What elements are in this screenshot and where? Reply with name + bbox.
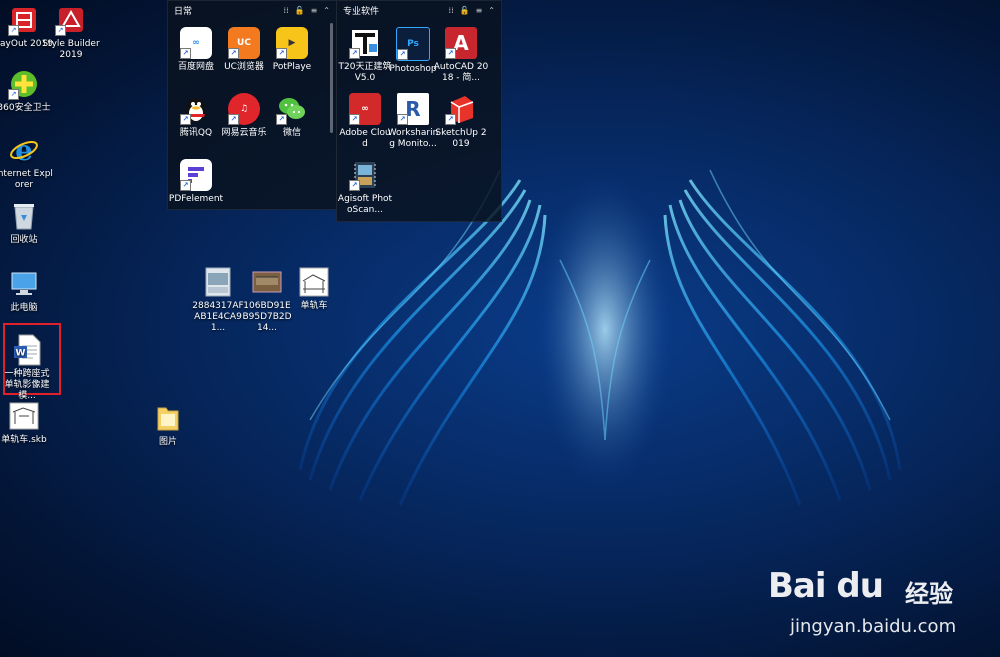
autocad-icon: A ↗ <box>445 27 477 59</box>
fence-item-wechat[interactable]: ↗ 微信 <box>264 93 320 139</box>
shortcut-arrow-icon: ↗ <box>55 25 66 36</box>
fence-menu-icon[interactable]: ≡ <box>476 6 483 15</box>
shortcut-arrow-icon: ↗ <box>349 48 360 59</box>
desktop-icon-label: 单轨车.skb <box>1 435 47 445</box>
desktop-icon-360[interactable]: ↗ 360安全卫士 <box>0 68 54 114</box>
svg-text:W: W <box>16 349 26 359</box>
fence-collapse-icon[interactable]: ⌃ <box>323 6 330 15</box>
shortcut-arrow-icon: ↗ <box>445 114 456 125</box>
watermark-jingyan-text: 经验 <box>905 580 953 608</box>
fence-daily[interactable]: 日常 ⁞⁞ 🔓 ≡ ⌃ ∞ ↗ 百度网盘 UC ↗ UC浏览器 ▶ ↗ PotPlay… <box>167 0 337 210</box>
sketchup-model-icon <box>298 266 330 298</box>
shortcut-arrow-icon: ↗ <box>397 49 408 60</box>
fence-item-label: SketchUp 2019 <box>435 128 487 149</box>
desktop-icon-label: 一种跨座式单轨影像建模... <box>4 369 50 401</box>
fence-title: 专业软件 <box>343 6 380 17</box>
shortcut-arrow-icon: ↗ <box>180 114 191 125</box>
360-security-icon: ↗ <box>8 68 40 100</box>
fence-item-label: PDFelement <box>168 194 224 204</box>
shortcut-arrow-icon: ↗ <box>228 114 239 125</box>
desktop-icon-label: 360安全卫士 <box>0 103 51 113</box>
shortcut-arrow-icon: ↗ <box>180 48 191 59</box>
desktop-icon-label: 回收站 <box>10 235 38 245</box>
desktop-icon-style-builder[interactable]: ↗ Style Builder 2019 <box>41 4 101 61</box>
this-pc-icon <box>8 268 40 300</box>
agisoft-photoscan-icon: ↗ <box>349 159 381 191</box>
fence-item-label: Agisoft PhotoScan... <box>337 194 393 215</box>
shortcut-arrow-icon: ↗ <box>276 48 287 59</box>
fence-lock-icon[interactable]: 🔓 <box>295 6 305 15</box>
desktop-icon-label: Style Builder 2019 <box>42 39 100 60</box>
qq-icon: ↗ <box>180 93 212 125</box>
fence-item-sketchup[interactable]: ↗ SketchUp 2019 <box>433 93 489 150</box>
netease-music-icon: ♫ ↗ <box>228 93 260 125</box>
fence-item-label: AutoCAD 2018 - 简... <box>433 62 489 83</box>
shortcut-arrow-icon: ↗ <box>445 48 456 59</box>
fence-item-pdfelement[interactable]: ↗ PDFelement <box>168 159 224 205</box>
fence-menu-icon[interactable]: ≡ <box>311 6 318 15</box>
uc-browser-icon: UC ↗ <box>228 27 260 59</box>
desktop-icon-label: 单轨车 <box>300 301 328 311</box>
fence-item-agisoft-photoscan[interactable]: ↗ Agisoft PhotoScan... <box>337 159 393 216</box>
desktop-icon-this-pc[interactable]: 此电脑 <box>0 268 54 314</box>
pdfelement-icon: ↗ <box>180 159 212 191</box>
desktop-icon-danguiche[interactable]: 单轨车 <box>284 266 344 312</box>
fence-item-label: PotPlaye <box>272 62 312 72</box>
baidu-logo: Bai du <box>768 566 884 606</box>
adobe-cloud-icon: ∞ ↗ <box>349 93 381 125</box>
fence-title: 日常 <box>174 6 193 17</box>
potplayer-icon: ▶ ↗ <box>276 27 308 59</box>
fence-item-potplayer[interactable]: ▶ ↗ PotPlaye <box>264 27 320 73</box>
image-thumbnail-icon <box>202 266 234 298</box>
image-thumbnail-icon <box>251 266 283 298</box>
shortcut-arrow-icon: ↗ <box>349 114 360 125</box>
photoshop-icon: Ps ↗ <box>396 27 430 61</box>
desktop-icon-label: 2884317AFAB1E4CA91... <box>192 301 244 333</box>
fence-lock-icon[interactable]: 🔓 <box>460 6 470 15</box>
fence-header: 日常 ⁞⁞ 🔓 ≡ ⌃ <box>168 1 336 19</box>
shortcut-arrow-icon: ↗ <box>8 25 19 36</box>
layout-icon: ↗ <box>8 4 40 36</box>
sketchup-icon: ↗ <box>445 93 477 125</box>
fence-collapse-icon[interactable]: ⌃ <box>488 6 495 15</box>
fence-scrollbar[interactable] <box>330 23 333 133</box>
desktop-icon-label: 此电脑 <box>10 303 38 313</box>
fence-item-label: 微信 <box>282 128 301 138</box>
sketchup-backup-icon <box>8 400 40 432</box>
desktop-icon-skb-file[interactable]: 单轨车.skb <box>0 400 54 446</box>
shortcut-arrow-icon: ↗ <box>180 180 191 191</box>
desktop-icon-label: Internet Explorer <box>0 169 53 190</box>
folder-icon <box>152 402 184 434</box>
wechat-icon: ↗ <box>276 93 308 125</box>
svg-text:e: e <box>15 135 33 165</box>
worksharing-monitor-icon: R ↗ <box>397 93 429 125</box>
watermark-url: jingyan.baidu.com <box>790 616 957 637</box>
style-builder-icon: ↗ <box>55 4 87 36</box>
desktop-icon-word-document[interactable]: W 一种跨座式单轨影像建模... <box>2 334 52 402</box>
shortcut-arrow-icon: ↗ <box>349 180 360 191</box>
shortcut-arrow-icon: ↗ <box>397 114 408 125</box>
fence-layout-icon[interactable]: ⁞⁞ <box>284 6 289 15</box>
fence-professional-software[interactable]: 专业软件 ⁞⁞ 🔓 ≡ ⌃ ↗ T20天正建筑V5.0 Ps ↗ Photosho… <box>336 0 502 222</box>
shortcut-arrow-icon: ↗ <box>228 48 239 59</box>
recycle-bin-icon <box>8 200 40 232</box>
t20-tangent-icon: ↗ <box>349 27 381 59</box>
desktop-icon-image-1[interactable]: 2884317AFAB1E4CA91... <box>192 266 244 334</box>
shortcut-arrow-icon: ↗ <box>276 114 287 125</box>
desktop-icon-label: 图片 <box>158 437 177 447</box>
desktop-icon-recycle-bin[interactable]: 回收站 <box>0 200 54 246</box>
desktop-icon-internet-explorer[interactable]: e Internet Explorer <box>0 134 54 191</box>
shortcut-arrow-icon: ↗ <box>8 89 19 100</box>
baidu-netdisk-icon: ∞ ↗ <box>180 27 212 59</box>
internet-explorer-icon: e <box>8 134 40 166</box>
fence-layout-icon[interactable]: ⁞⁞ <box>449 6 454 15</box>
fence-item-autocad[interactable]: A ↗ AutoCAD 2018 - 简... <box>433 27 489 84</box>
desktop-icon-pictures-folder[interactable]: 图片 <box>138 402 198 448</box>
fence-header: 专业软件 ⁞⁞ 🔓 ≡ ⌃ <box>337 1 501 19</box>
word-document-icon: W <box>11 334 43 366</box>
